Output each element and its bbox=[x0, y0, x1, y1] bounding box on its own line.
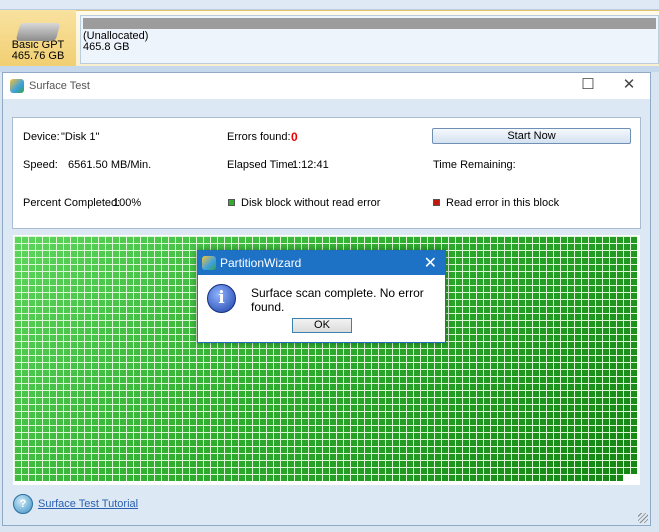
help-icon[interactable]: ? bbox=[13, 494, 33, 514]
window-title: Surface Test bbox=[29, 80, 90, 92]
unscanned-tail bbox=[623, 474, 637, 481]
errors-label: Errors found: bbox=[227, 131, 291, 143]
errors-value: 0 bbox=[291, 130, 298, 144]
legend-error: Read error in this block bbox=[446, 197, 560, 209]
speed-label: Speed: bbox=[23, 159, 58, 171]
partition-size: 465.8 GB bbox=[83, 41, 130, 53]
ok-block-legend-icon bbox=[228, 199, 235, 206]
percent-value: 100% bbox=[113, 197, 142, 209]
partition-area: (Unallocated) 465.8 GB bbox=[76, 10, 659, 66]
tutorial-link[interactable]: Surface Test Tutorial bbox=[38, 498, 138, 510]
hard-drive-icon bbox=[15, 23, 61, 41]
unallocated-partition[interactable]: (Unallocated) 465.8 GB bbox=[80, 15, 659, 64]
info-icon: i bbox=[207, 284, 236, 313]
disk-item[interactable]: Basic GPT 465.76 GB bbox=[0, 10, 76, 66]
dialog-message: Surface scan complete. No error found. bbox=[251, 286, 424, 314]
percent-label: Percent Completed: bbox=[23, 197, 121, 209]
legend-ok: Disk block without read error bbox=[241, 197, 381, 209]
disk-size: 465.76 GB bbox=[11, 50, 65, 62]
device-value: "Disk 1" bbox=[61, 131, 100, 143]
start-now-button[interactable]: Start Now bbox=[432, 128, 631, 144]
partition-label: (Unallocated) bbox=[83, 30, 149, 42]
partition-bar bbox=[83, 18, 656, 29]
message-dialog: PartitionWizard ✕ i Surface scan complet… bbox=[197, 250, 446, 343]
remaining-label: Time Remaining: bbox=[433, 159, 516, 171]
dialog-title-bar[interactable]: PartitionWizard ✕ bbox=[198, 251, 445, 275]
close-button[interactable]: ✕ bbox=[616, 75, 642, 95]
title-bar[interactable]: Surface Test ☐ ✕ bbox=[3, 73, 650, 99]
resize-grip[interactable] bbox=[638, 513, 648, 523]
speed-value: 6561.50 MB/Min. bbox=[68, 159, 152, 171]
info-panel: Device: "Disk 1" Errors found: 0 Start N… bbox=[12, 117, 641, 229]
app-icon bbox=[10, 79, 24, 93]
ok-button[interactable]: OK bbox=[292, 318, 352, 333]
elapsed-value: 1:12:41 bbox=[292, 159, 329, 171]
maximize-button[interactable]: ☐ bbox=[575, 75, 601, 95]
error-block-legend-icon bbox=[433, 199, 440, 206]
dialog-title: PartitionWizard bbox=[220, 256, 302, 270]
dialog-close-button[interactable]: ✕ bbox=[424, 253, 437, 273]
elapsed-label: Elapsed Time: bbox=[227, 159, 297, 171]
app-icon bbox=[202, 256, 216, 270]
top-toolbar-edge bbox=[0, 0, 659, 10]
device-label: Device: bbox=[23, 131, 60, 143]
